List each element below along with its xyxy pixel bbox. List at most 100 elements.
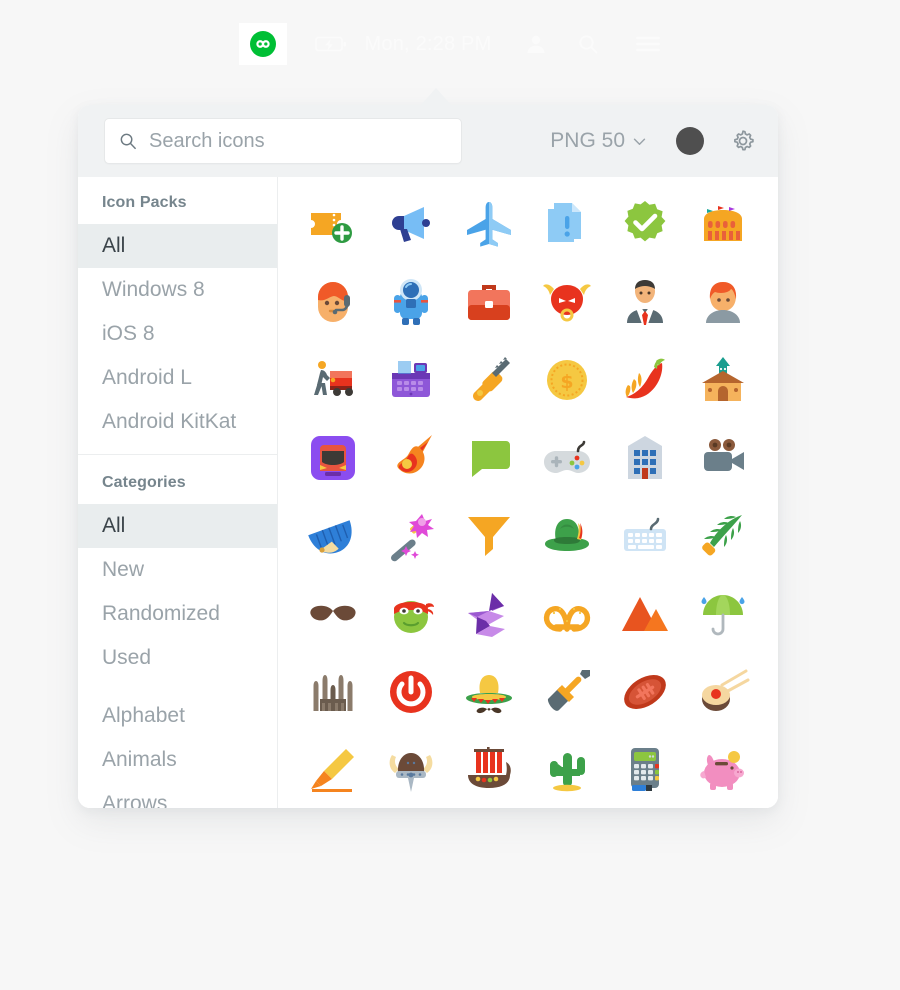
keyboard-icon [624,517,666,551]
businessman-icon [627,280,663,325]
sidebar-item-categories-arrows[interactable]: Arrows [78,782,277,808]
icon-cell-origami-bird[interactable] [450,575,528,653]
icon-cell-power-button[interactable] [372,653,450,731]
sagrada-familia-icon [313,675,353,711]
screen: Mon, 2:28 PM Search icons PNG 50 Icon Pa… [0,0,900,990]
icon-cell-cash-register[interactable] [372,341,450,419]
icon-cell-gamepad[interactable] [528,419,606,497]
icon-cell-viking-helmet[interactable] [372,731,450,808]
gear-icon[interactable] [730,128,756,154]
search-icon[interactable] [577,0,599,88]
icon-cell-dollar-coin[interactable]: $ [528,341,606,419]
astronaut-icon [394,279,428,325]
icon-cell-sombrero[interactable] [450,653,528,731]
pyramid-icon [622,597,668,631]
ninja-turtle-icon [394,601,434,633]
icon-cell-church[interactable] [684,341,762,419]
sidebar-item-packs-windows-8[interactable]: Windows 8 [78,268,277,312]
menubar-clock: Mon, 2:28 PM [364,33,492,55]
document-alert-icon [548,203,581,242]
icon-cell-tyrolean-hat[interactable] [528,497,606,575]
icon-cell-sagrada-familia[interactable] [294,653,372,731]
battery-glyph [314,36,346,52]
color-swatch-button[interactable] [676,127,704,155]
icon-cell-push-car[interactable] [294,341,372,419]
sidebar-heading-categories: Categories [102,474,186,491]
icon-cell-palm-branch[interactable] [684,497,762,575]
icon-cell-cactus[interactable] [528,731,606,808]
icon-cell-bull[interactable] [528,263,606,341]
icon-cell-marker-pen[interactable] [294,731,372,808]
icon-cell-verified-badge[interactable] [606,185,684,263]
icon-cell-keyboard[interactable] [606,497,684,575]
menubar-app-button[interactable] [238,0,287,88]
icon-cell-support-agent[interactable] [294,263,372,341]
icon-cell-briefcase[interactable] [450,263,528,341]
popover-header: PNG 50 [78,105,778,177]
icon-cell-businessman[interactable] [606,263,684,341]
icon-cell-astronaut[interactable] [372,263,450,341]
icon-cell-magic-wand[interactable] [372,497,450,575]
header-controls: PNG 50 [550,127,756,155]
icon-cell-airplane[interactable] [450,185,528,263]
icon-cell-pretzel[interactable] [528,575,606,653]
icon-cell-pyramid[interactable] [606,575,684,653]
icon-cell-document-alert[interactable] [528,185,606,263]
icon-cell-viking-ship[interactable] [450,731,528,808]
icon-cell-comet[interactable] [372,419,450,497]
sidebar-item-packs-android-l[interactable]: Android L [78,356,277,400]
train-app-icon [311,436,355,480]
icon-cell-colosseum[interactable] [684,185,762,263]
icon-grid: $ [294,185,762,808]
chevron-down-icon [633,138,646,145]
user-icon[interactable] [525,0,547,88]
icon-cell-office-building[interactable] [606,419,684,497]
search-input[interactable] [149,129,447,153]
viking-ship-icon [468,747,511,788]
icon-cell-ninja-turtle[interactable] [372,575,450,653]
verified-badge-icon [624,201,666,242]
sombrero-icon [466,675,512,714]
icon-cell-woman-avatar[interactable] [684,263,762,341]
hamburger-menu-icon[interactable] [635,0,661,88]
icon-cell-folding-fan[interactable] [294,497,372,575]
icon-cell-video-camera[interactable] [684,419,762,497]
icon-cell-moustache[interactable] [294,575,372,653]
magic-wand-icon [391,514,434,562]
icon-cell-sushi[interactable] [684,653,762,731]
user-glyph [527,35,545,53]
sidebar-item-packs-all[interactable]: All [78,224,277,268]
format-dropdown[interactable]: PNG 50 [550,129,646,153]
icon-cell-train-app[interactable] [294,419,372,497]
sidebar-item-categories-animals[interactable]: Animals [78,738,277,782]
marker-pen-icon [311,749,354,792]
sidebar-item-packs-android-kitkat[interactable]: Android KitKat [78,400,277,444]
icon-cell-rugby-ball[interactable] [606,653,684,731]
battery-charging-icon[interactable] [314,35,349,53]
sidebar-item-packs-ios-8[interactable]: iOS 8 [78,312,277,356]
search-field-wrapper[interactable] [104,118,462,164]
rugby-ball-icon [624,674,666,710]
icon-cell-chili-pepper[interactable] [606,341,684,419]
icon-cell-piggy-bank[interactable] [684,731,762,808]
icon-cell-speech-bubble[interactable] [450,419,528,497]
sidebar-item-categories-all[interactable]: All [78,504,277,548]
colosseum-icon [704,206,742,241]
woman-avatar-icon [706,282,740,323]
icon-cell-umbrella-rain[interactable] [684,575,762,653]
icon-cell-filter-funnel[interactable] [450,497,528,575]
dollar-coin-icon: $ [547,360,587,400]
sidebar-item-categories-used[interactable]: Used [78,636,277,680]
icon-cell-card-terminal[interactable] [606,731,684,808]
gamepad-icon [544,440,590,473]
icon-cell-shovel[interactable] [528,653,606,731]
sidebar-item-categories-randomized[interactable]: Randomized [78,592,277,636]
icon-cell-chainsaw[interactable] [450,341,528,419]
icon-cell-add-ticket[interactable] [294,185,372,263]
sidebar-item-categories-alphabet[interactable]: Alphabet [78,694,277,738]
tyrolean-hat-icon [545,519,589,551]
icon-cell-megaphone[interactable] [372,185,450,263]
svg-text:$: $ [560,371,573,393]
sidebar-item-categories-new[interactable]: New [78,548,277,592]
search-glyph [579,35,598,54]
